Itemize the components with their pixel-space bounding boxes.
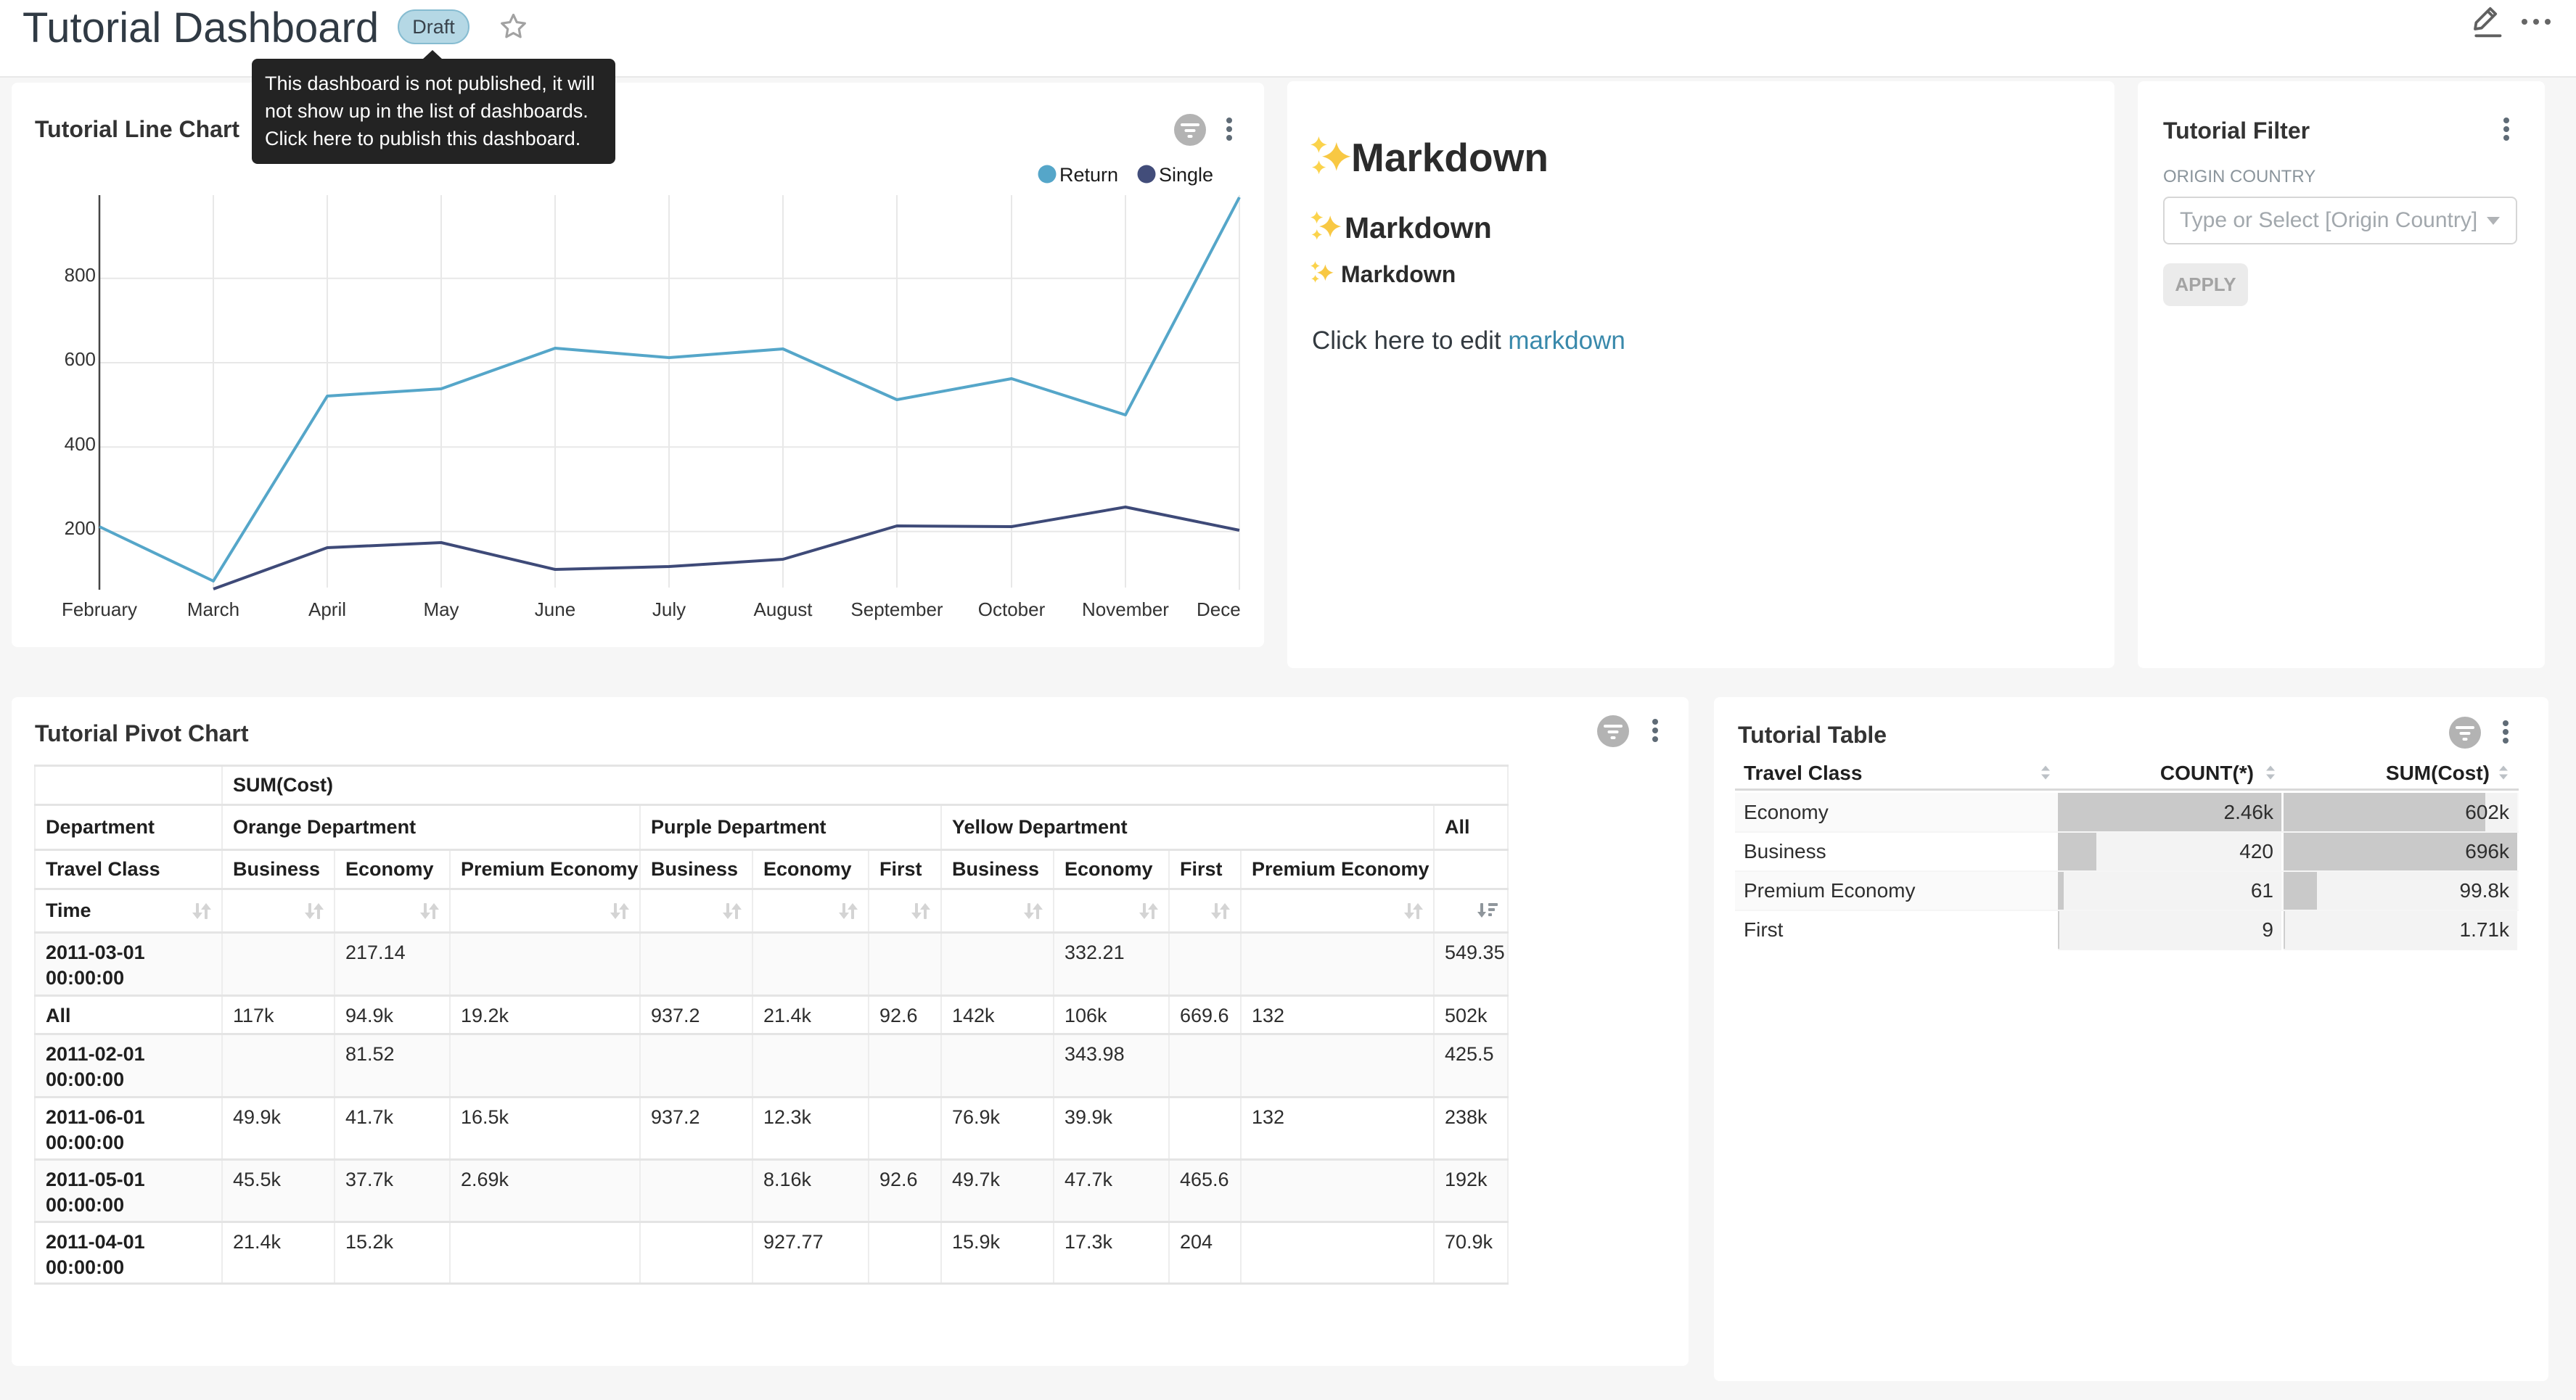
svg-text:200: 200 — [65, 517, 96, 539]
svg-text:400: 400 — [65, 433, 96, 455]
svg-text:December: December — [1197, 598, 1242, 620]
svg-text:February: February — [62, 598, 137, 620]
svg-text:Single: Single — [1159, 164, 1213, 186]
svg-text:March: March — [187, 598, 239, 620]
svg-text:600: 600 — [65, 348, 96, 370]
svg-text:June: June — [535, 598, 575, 620]
svg-text:November: November — [1082, 598, 1169, 620]
svg-text:October: October — [978, 598, 1046, 620]
svg-text:Return: Return — [1059, 164, 1118, 186]
svg-text:August: August — [754, 598, 813, 620]
svg-text:May: May — [423, 598, 459, 620]
svg-text:September: September — [850, 598, 943, 620]
svg-text:July: July — [652, 598, 686, 620]
svg-text:April: April — [308, 598, 346, 620]
svg-text:800: 800 — [65, 264, 96, 286]
